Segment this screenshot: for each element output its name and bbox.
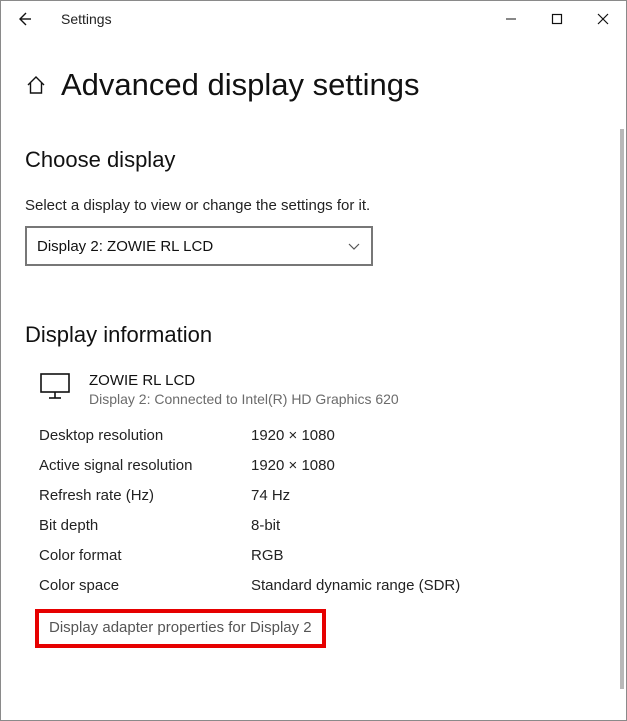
minimize-button[interactable] [488,2,534,36]
page-title: Advanced display settings [61,67,419,103]
info-key: Bit depth [39,517,251,534]
back-button[interactable] [7,2,41,36]
choose-display-heading: Choose display [25,147,602,173]
info-value: 8-bit [251,517,280,534]
info-key: Color format [39,547,251,564]
window-title: Settings [61,11,112,27]
close-icon [597,13,609,25]
info-value: 1920 × 1080 [251,457,335,474]
close-button[interactable] [580,2,626,36]
maximize-icon [551,13,563,25]
choose-display-helper: Select a display to view or change the s… [25,197,602,214]
info-row: Refresh rate (Hz)74 Hz [39,487,602,504]
monitor-summary: ZOWIE RL LCD Display 2: Connected to Int… [25,372,602,407]
info-key: Color space [39,577,251,594]
maximize-button[interactable] [534,2,580,36]
adapter-properties-link[interactable]: Display adapter properties for Display 2 [35,609,326,648]
info-key: Desktop resolution [39,427,251,444]
info-row: Bit depth8-bit [39,517,602,534]
info-value: RGB [251,547,284,564]
settings-window: Settings Advanced display settings Choos… [0,0,627,721]
info-row: Color formatRGB [39,547,602,564]
display-select[interactable]: Display 2: ZOWIE RL LCD [25,226,373,266]
info-value: 1920 × 1080 [251,427,335,444]
info-row: Active signal resolution1920 × 1080 [39,457,602,474]
info-table: Desktop resolution1920 × 1080 Active sig… [25,427,602,594]
content-area: Advanced display settings Choose display… [1,37,626,720]
chevron-down-icon [347,239,361,253]
monitor-name: ZOWIE RL LCD [89,372,399,389]
home-icon[interactable] [25,74,47,96]
info-value: 74 Hz [251,487,290,504]
titlebar: Settings [1,1,626,37]
display-select-value: Display 2: ZOWIE RL LCD [37,238,213,255]
info-value: Standard dynamic range (SDR) [251,577,460,594]
minimize-icon [505,13,517,25]
monitor-labels: ZOWIE RL LCD Display 2: Connected to Int… [89,372,399,407]
monitor-subtext: Display 2: Connected to Intel(R) HD Grap… [89,391,399,407]
info-key: Active signal resolution [39,457,251,474]
monitor-icon [39,372,71,400]
arrow-left-icon [15,10,33,28]
info-row: Color spaceStandard dynamic range (SDR) [39,577,602,594]
info-row: Desktop resolution1920 × 1080 [39,427,602,444]
info-key: Refresh rate (Hz) [39,487,251,504]
window-controls [488,2,626,36]
page-header: Advanced display settings [25,67,602,103]
scrollbar[interactable] [620,129,624,689]
display-info-heading: Display information [25,322,602,348]
